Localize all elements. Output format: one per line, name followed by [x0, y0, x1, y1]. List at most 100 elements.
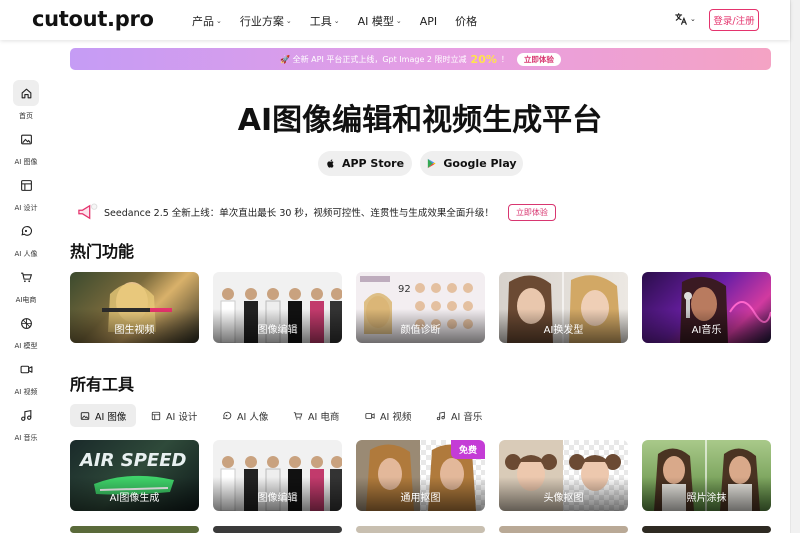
tool-card-row2[interactable] — [356, 526, 485, 533]
card-label: 头像抠图 — [543, 493, 584, 504]
promo-banner[interactable]: 🚀 全新 API 平台正式上线，Gpt Image 2 限时立减 20% ！ 立… — [70, 48, 771, 70]
tab-ai-ecommerce[interactable]: AI 电商 — [283, 404, 349, 427]
google-play-icon — [428, 158, 437, 169]
tab-label: AI 图像 — [95, 411, 127, 423]
sidebar-item-ai-ecommerce[interactable]: AI电商 — [0, 264, 52, 305]
nav-label: 行业方案 — [239, 15, 284, 28]
logo[interactable]: cutout.pro — [32, 7, 154, 31]
login-button[interactable]: 登录/注册 — [709, 9, 759, 31]
banner-suffix: ！ — [500, 54, 509, 64]
chevron-down-icon: ⌄ — [333, 17, 340, 25]
tab-label: AI 人像 — [237, 411, 269, 423]
sidebar-item-label: AI 模型 — [14, 342, 38, 350]
tool-card-background-removal[interactable]: 免费 通用抠图 — [356, 440, 485, 511]
card-label: 图像编辑 — [257, 493, 298, 504]
nav-solutions[interactable]: 行业方案 ⌄ — [240, 13, 292, 29]
tool-card-row2[interactable] — [213, 526, 342, 533]
face-icon — [13, 218, 39, 244]
tab-label: AI 视频 — [380, 411, 412, 423]
tool-card-ai-image-gen[interactable]: AIR SPEED AI图像生成 — [70, 440, 199, 511]
layout-icon — [151, 411, 161, 420]
cart-icon — [13, 264, 39, 290]
megaphone-icon — [78, 203, 98, 220]
layout-icon — [13, 172, 39, 198]
announcement-try-button[interactable]: 立即体验 — [507, 203, 556, 221]
tool-card-image-edit[interactable]: 图像编辑 — [213, 440, 342, 511]
chevron-down-icon: ⌄ — [690, 15, 696, 23]
tool-card-row2[interactable] — [499, 526, 628, 533]
tab-ai-music[interactable]: AI 音乐 — [426, 404, 492, 427]
card-label: 颜值诊断 — [400, 325, 441, 336]
image-icon — [80, 411, 90, 420]
tool-card-row2[interactable] — [70, 526, 199, 533]
card-label: AI图像生成 — [109, 493, 160, 504]
svg-text:AIR SPEED: AIR SPEED — [78, 450, 187, 471]
nav-label: 价格 — [455, 15, 478, 28]
sidebar-item-label: AI 图像 — [14, 158, 38, 166]
tab-ai-image[interactable]: AI 图像 — [70, 404, 137, 427]
chevron-down-icon: ⌄ — [395, 17, 402, 25]
all-tools-title: 所有工具 — [70, 375, 135, 394]
card-label: 图生视频 — [114, 325, 155, 336]
hot-features-title: 热门功能 — [70, 242, 135, 261]
sidebar-item-ai-model[interactable]: AI 模型 — [0, 310, 52, 351]
app-store-label: APP Store — [341, 157, 405, 170]
sidebar-item-ai-portrait[interactable]: AI 人像 — [0, 218, 52, 259]
tab-ai-design[interactable]: AI 设计 — [141, 404, 207, 427]
sidebar-item-ai-design[interactable]: AI 设计 — [0, 172, 52, 213]
feature-card-image-edit[interactable]: 图像编辑 — [213, 272, 342, 343]
nav-label: AI 模型 — [357, 15, 394, 28]
tab-label: AI 音乐 — [451, 411, 483, 423]
tab-ai-portrait[interactable]: AI 人像 — [212, 404, 278, 427]
app-store-button[interactable]: APP Store — [318, 151, 412, 176]
music-icon — [436, 411, 445, 420]
sidebar-item-label: AI 设计 — [14, 204, 38, 212]
chevron-down-icon: ⌄ — [216, 17, 222, 25]
sidebar-item-label: AI 视频 — [14, 388, 38, 396]
announcement-text: Seedance 2.5 全新上线：单次直出最长 30 秒，视频可控性、连贯性与… — [104, 208, 494, 219]
google-play-label: Google Play — [443, 157, 517, 170]
tab-ai-video[interactable]: AI 视频 — [355, 404, 421, 427]
language-switcher[interactable]: ⌄ — [674, 12, 696, 26]
tool-card-photo-erase[interactable]: 照片涂抹 — [642, 440, 771, 511]
nav-label: API — [419, 14, 438, 28]
video-icon — [13, 356, 39, 382]
face-icon — [223, 411, 232, 419]
banner-text: 🚀 全新 API 平台正式上线，Gpt Image 2 限时立减 — [280, 54, 467, 64]
sidebar-item-label: AI电商 — [15, 296, 37, 304]
nav-label: 工具 — [309, 15, 332, 28]
feature-card-hairstyle[interactable]: AI换发型 — [499, 272, 628, 343]
model-icon — [13, 310, 39, 336]
feature-card-ai-music[interactable]: AI音乐 — [642, 272, 771, 343]
tool-card-row2[interactable] — [642, 526, 771, 533]
tab-label: AI 设计 — [166, 411, 198, 423]
sidebar-item-label: AI 音乐 — [14, 434, 38, 442]
top-header: cutout.pro 产品 ⌄ 行业方案 ⌄ 工具 ⌄ AI 模型 ⌄ API 价格 ⌄… — [0, 0, 790, 40]
nav-label: 产品 — [192, 15, 214, 28]
nav-tools[interactable]: 工具 ⌄ — [310, 13, 340, 29]
sidebar-item-ai-video[interactable]: AI 视频 — [0, 356, 52, 397]
nav-ai-models[interactable]: AI 模型 ⌄ — [358, 13, 402, 29]
page-title: AI图像编辑和视频生成平台 — [237, 103, 603, 138]
svg-text:92: 92 — [398, 284, 411, 295]
feature-card-image-to-video[interactable]: 图生视频 — [70, 272, 199, 343]
scrollbar[interactable] — [790, 0, 800, 533]
banner-try-button[interactable]: 立即体验 — [516, 52, 561, 66]
video-icon — [365, 412, 375, 419]
sidebar-item-ai-music[interactable]: AI 音乐 — [0, 402, 52, 443]
music-icon — [13, 402, 39, 428]
sidebar-item-label: AI 人像 — [14, 250, 38, 258]
tool-card-portrait-cutout[interactable]: 头像抠图 — [499, 440, 628, 511]
translate-icon — [675, 13, 687, 25]
nav-products[interactable]: 产品 ⌄ — [192, 13, 222, 29]
nav-pricing[interactable]: 价格 — [455, 13, 477, 29]
google-play-button[interactable]: Google Play — [420, 151, 523, 176]
chevron-down-icon: ⌄ — [285, 17, 292, 25]
announcement-bar: Seedance 2.5 全新上线：单次直出最长 30 秒，视频可控性、连贯性与… — [76, 203, 556, 221]
feature-card-beauty-diagnosis[interactable]: 92 颜值诊断 — [356, 272, 485, 343]
card-label: AI换发型 — [543, 325, 584, 336]
card-label: AI音乐 — [691, 325, 722, 336]
nav-api[interactable]: API — [420, 13, 437, 29]
card-label: 图像编辑 — [257, 325, 298, 336]
tab-label: AI 电商 — [308, 411, 340, 423]
